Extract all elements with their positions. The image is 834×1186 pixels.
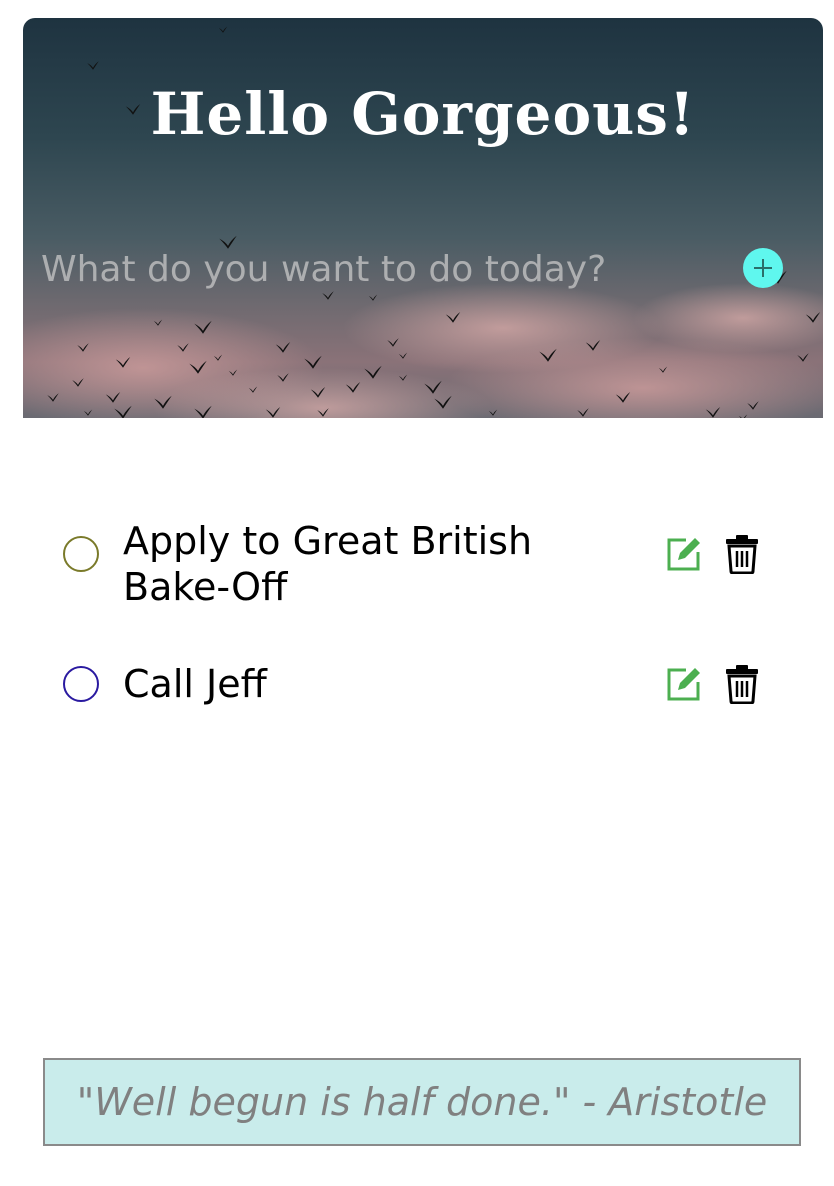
plus-icon <box>754 259 772 277</box>
trash-icon <box>726 665 758 705</box>
page-title: Hello Gorgeous! <box>150 80 696 148</box>
delete-button[interactable] <box>724 534 760 575</box>
new-task-input[interactable] <box>41 244 731 294</box>
quote-box: "Well begun is half done." - Aristotle <box>43 1058 801 1146</box>
sky-birds-background <box>23 26 823 418</box>
delete-button[interactable] <box>724 664 760 705</box>
todo-complete-toggle[interactable] <box>63 666 99 702</box>
edit-button[interactable] <box>664 664 704 704</box>
todo-text: Call Jeff <box>123 662 267 706</box>
todo-text: Apply to Great British Bake-Off <box>123 519 533 609</box>
bird-silhouette <box>87 61 99 70</box>
bird-silhouette <box>368 294 378 301</box>
todo-complete-toggle[interactable] <box>63 536 99 572</box>
add-task-button[interactable] <box>743 248 783 288</box>
edit-icon <box>667 668 700 701</box>
header-banner: Hello Gorgeous! <box>23 18 823 418</box>
todo-app: Hello Gorgeous! Apply to Great British B… <box>0 0 834 1186</box>
bird-silhouette <box>218 26 228 33</box>
edit-button[interactable] <box>664 534 704 574</box>
edit-icon <box>667 538 700 571</box>
quote-text: "Well begun is half done." - Aristotle <box>76 1080 768 1124</box>
trash-icon <box>726 535 758 575</box>
